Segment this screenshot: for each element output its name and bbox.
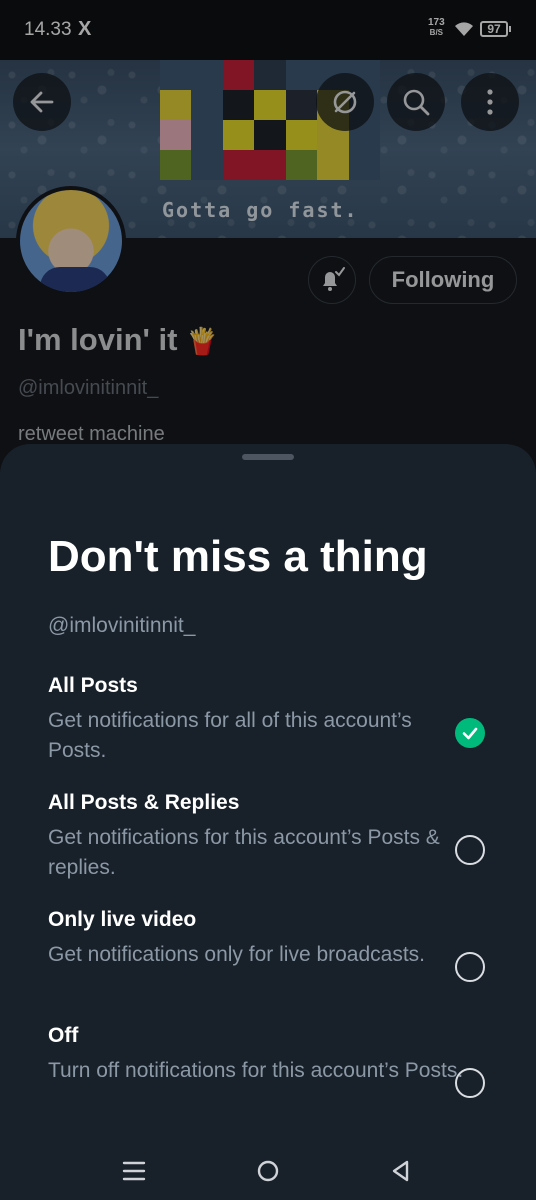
following-button[interactable]: Following: [369, 256, 517, 304]
display-name-text: I'm lovin' it: [18, 322, 178, 357]
radio-unselected[interactable]: [455, 835, 485, 865]
grok-button[interactable]: [316, 73, 374, 131]
notification-settings-sheet: Don't miss a thing @imlovinitinnit_ All …: [0, 444, 536, 1140]
back-arrow-icon: [30, 91, 54, 113]
radio-selected[interactable]: [455, 718, 485, 748]
status-time: 14.33: [24, 19, 72, 40]
bell-check-icon: [323, 267, 345, 291]
fries-emoji: 🍟: [186, 326, 219, 356]
option-description: Turn off notifications for this account’…: [48, 1059, 464, 1082]
option-all-posts-replies[interactable]: All Posts & Replies Get notifications fo…: [0, 791, 536, 901]
radio-unselected[interactable]: [455, 1068, 485, 1098]
option-description: Get notifications for all of this accoun…: [48, 709, 412, 762]
back-nav-button[interactable]: [388, 1158, 414, 1184]
banner-caption: Gotta go fast.: [162, 198, 359, 222]
menu-icon: [122, 1161, 146, 1181]
profile-handle: @imlovinitinnit_: [18, 377, 159, 399]
notifications-button[interactable]: [308, 256, 356, 304]
sheet-grabber[interactable]: [242, 454, 294, 460]
more-vertical-icon: [487, 89, 493, 115]
back-button[interactable]: [13, 73, 71, 131]
back-triangle-icon: [392, 1160, 409, 1182]
option-title: All Posts & Replies: [48, 791, 240, 814]
home-circle-icon: [257, 1160, 279, 1182]
option-title: All Posts: [48, 674, 138, 697]
more-button[interactable]: [461, 73, 519, 131]
profile-bio: retweet machine: [18, 423, 165, 445]
status-bar: 14.33 X 173 B/S 97: [0, 0, 536, 60]
system-nav-bar: [0, 1140, 536, 1200]
x-app-icon: X: [78, 18, 92, 40]
grok-icon: [333, 90, 357, 114]
avatar[interactable]: [16, 186, 126, 296]
wifi-icon: [455, 22, 473, 36]
sheet-title: Don't miss a thing: [48, 532, 428, 581]
checkmark-icon: [462, 727, 478, 740]
network-speed: 173 B/S: [428, 17, 445, 38]
option-description: Get notifications only for live broadcas…: [48, 943, 426, 966]
battery-icon: 97: [480, 21, 511, 37]
option-title: Off: [48, 1024, 79, 1047]
sheet-handle: @imlovinitinnit_: [48, 614, 196, 637]
option-description: Get notifications for this account’s Pos…: [48, 826, 440, 879]
option-only-live-video[interactable]: Only live video Get notifications only f…: [0, 908, 536, 1018]
option-off[interactable]: Off Turn off notifications for this acco…: [0, 1024, 536, 1134]
display-name: I'm lovin' it 🍟: [18, 322, 218, 358]
radio-unselected[interactable]: [455, 952, 485, 982]
option-all-posts[interactable]: All Posts Get notifications for all of t…: [0, 674, 536, 784]
search-button[interactable]: [387, 73, 445, 131]
home-button[interactable]: [255, 1158, 281, 1184]
option-title: Only live video: [48, 908, 197, 931]
search-icon: [403, 89, 430, 116]
recent-apps-button[interactable]: [121, 1158, 147, 1184]
